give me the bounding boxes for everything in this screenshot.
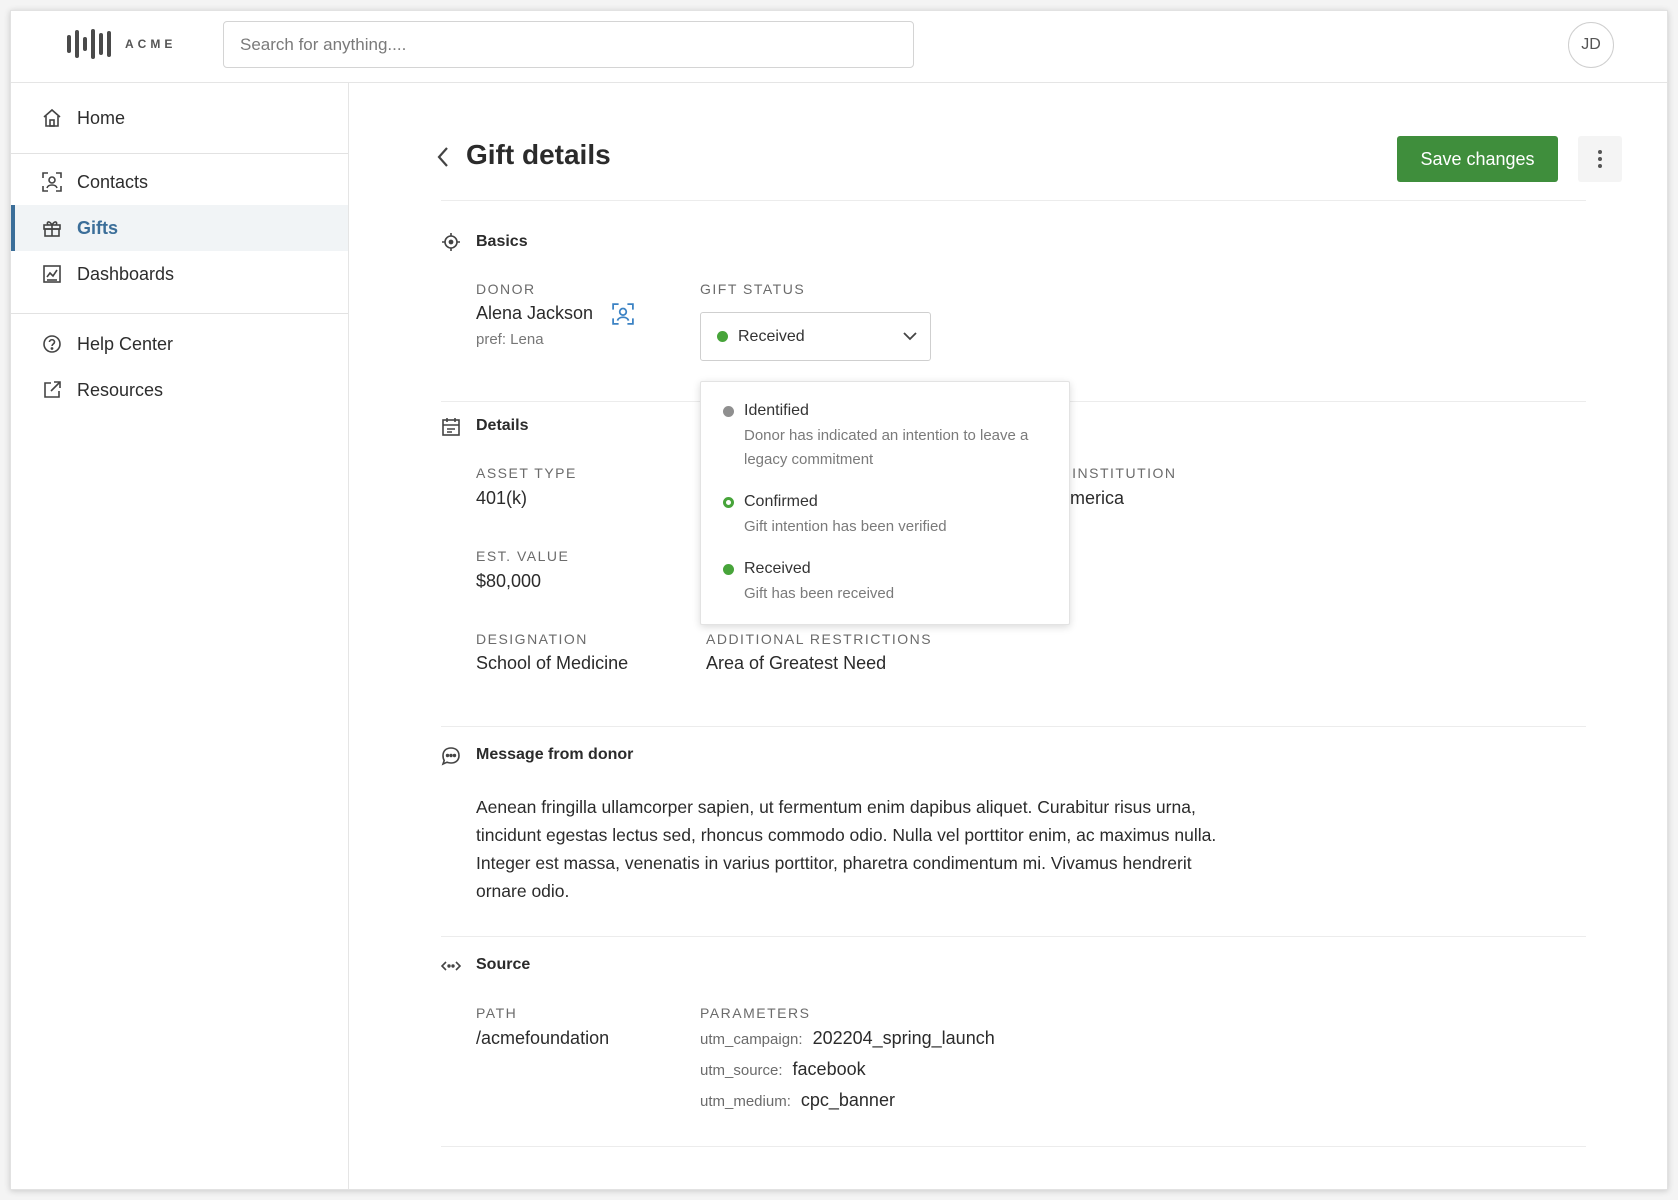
restrictions-value: Area of Greatest Need [706,653,887,673]
designation-value: School of Medicine [476,653,629,673]
donor-label: DONOR [476,281,536,297]
path-label: PATH [476,1005,518,1021]
gift-icon [41,217,63,239]
est-value-value: $80,000 [476,571,542,591]
parameter-value: facebook [792,1059,866,1079]
parameters-label: PARAMETERS [700,1005,811,1021]
code-arrows-icon [440,955,462,977]
donor-name: Alena Jackson [476,303,594,323]
parameter-value: 202204_spring_launch [812,1028,995,1048]
asset-type-label: ASSET TYPE [476,465,577,481]
restrictions-label: ADDITIONAL RESTRICTIONS [706,631,933,647]
sidebar-divider [11,153,348,154]
designation-label: DESIGNATION [476,631,588,647]
contact-profile-icon[interactable] [612,303,634,325]
status-dot-icon [723,563,734,575]
parameter-value: cpc_banner [800,1090,895,1110]
chevron-down-icon [902,328,918,349]
more-options-button[interactable] [1578,136,1622,182]
sidebar-item-label: Home [77,107,126,128]
sidebar-item-label: Gifts [77,217,119,238]
parameter-key: utm_campaign: [700,1031,803,1048]
status-option-received[interactable]: Received Gift has been received [723,560,1063,606]
chat-bubble-icon [440,745,462,767]
divider [441,1146,1586,1147]
section-title-message: Message from donor [476,746,634,763]
gift-status-value: Received [738,327,805,345]
chart-icon [41,263,63,285]
status-option-description: Gift has been received [744,585,895,602]
path-value: /acmefoundation [476,1028,610,1048]
page-title: Gift details [466,139,611,170]
sidebar-item-dashboards[interactable]: Dashboards [11,251,348,297]
parameter-key: utm_source: [700,1062,783,1079]
kebab-menu-icon [1598,150,1602,168]
sidebar-item-label: Dashboards [77,263,175,284]
main-content: Gift details Save changes Basics DONOR A… [350,83,1667,1189]
sidebar-divider [11,313,348,314]
sidebar-item-home[interactable]: Home [11,95,348,141]
status-option-identified[interactable]: Identified Donor has indicated an intent… [723,402,1063,472]
institution-label: L INSTITUTION [1058,465,1177,481]
acme-logo[interactable]: ACME [67,29,176,59]
calendar-icon [440,416,462,438]
status-ring-icon [723,496,734,508]
section-title-details: Details [476,417,529,434]
donor-message-body: Aenean fringilla ullamcorper sapien, ut … [476,797,1217,901]
status-option-label: Received [744,560,811,577]
sidebar-item-help-center[interactable]: Help Center [11,321,348,367]
sidebar-item-resources[interactable]: Resources [11,367,348,413]
help-icon [41,333,63,355]
logo-waveform-icon [67,29,111,59]
parameter-row: utm_source: facebook [700,1059,866,1080]
app-window: ACME JD Home Contacts Gifts [10,10,1668,1190]
divider [441,200,1586,201]
status-dot-icon [717,331,728,342]
parameter-row: utm_medium: cpc_banner [700,1090,895,1111]
sidebar-item-gifts[interactable]: Gifts [11,205,348,251]
gift-status-dropdown: Identified Donor has indicated an intent… [700,381,1070,625]
crosshair-icon [440,231,462,253]
logo-text: ACME [125,37,177,51]
sidebar-item-contacts[interactable]: Contacts [11,159,348,205]
status-dot-icon [723,405,734,417]
section-title-basics: Basics [476,233,528,250]
sidebar: Home Contacts Gifts Dashboards Help Cent… [11,83,349,1189]
sidebar-item-label: Help Center [77,333,174,354]
divider [441,936,1586,937]
gift-status-label: GIFT STATUS [700,281,806,297]
parameter-row: utm_campaign: 202204_spring_launch [700,1028,995,1049]
status-option-label: Confirmed [744,493,818,510]
asset-type-value: 401(k) [476,488,528,508]
gift-status-select[interactable]: Received [700,312,931,361]
section-title-source: Source [476,956,531,973]
status-option-label: Identified [744,402,809,419]
divider [441,726,1586,727]
est-value-label: EST. VALUE [476,548,570,564]
back-chevron-icon[interactable] [432,141,454,173]
avatar[interactable]: JD [1568,22,1614,68]
status-option-confirmed[interactable]: Confirmed Gift intention has been verifi… [723,493,1063,539]
status-option-description: Donor has indicated an intention to leav… [744,427,1029,468]
donor-preferred-name: pref: Lena [476,331,544,348]
save-button[interactable]: Save changes [1397,136,1558,182]
sidebar-item-label: Contacts [77,171,149,192]
top-bar: ACME JD [11,11,1667,83]
search-input[interactable] [223,21,914,68]
parameter-key: utm_medium: [700,1093,791,1110]
external-link-icon [41,379,63,401]
home-icon [41,107,63,129]
status-option-description: Gift intention has been verified [744,518,947,535]
sidebar-item-label: Resources [77,379,164,400]
contact-icon [41,171,63,193]
